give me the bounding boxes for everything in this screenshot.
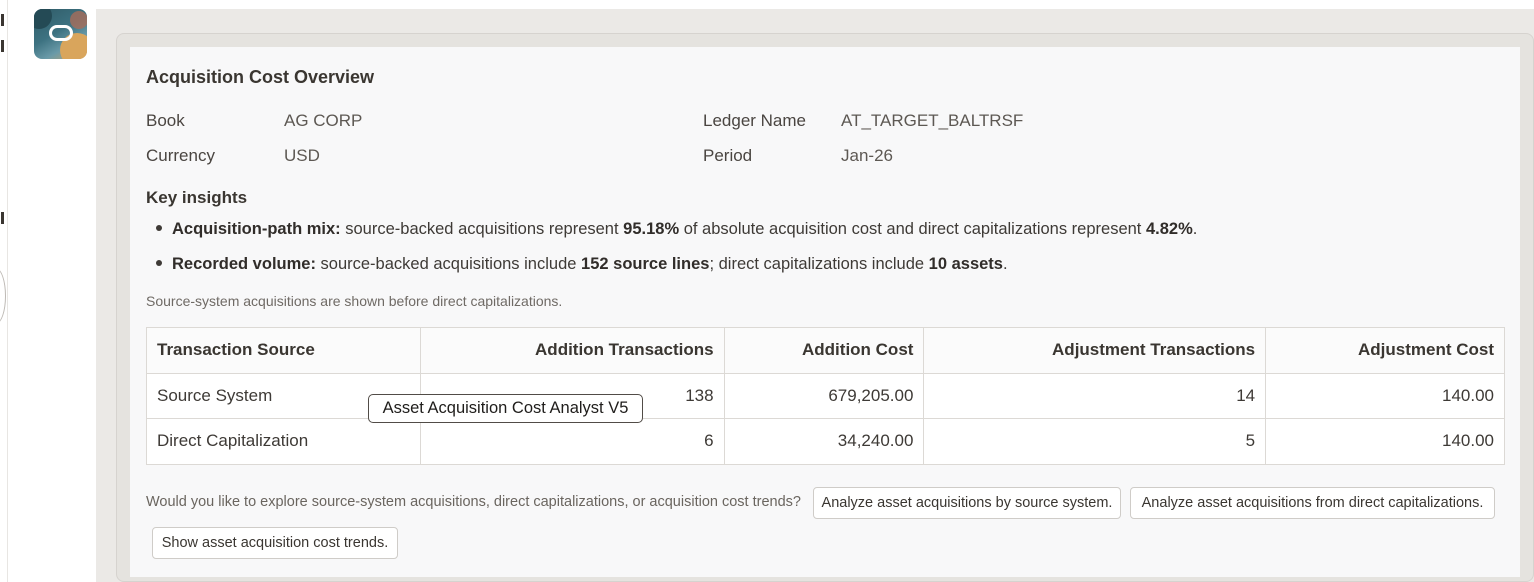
table-cell: 14 [923, 372, 1267, 419]
insight-highlight: 95.18% [623, 220, 680, 238]
table-cell: 679,205.00 [723, 372, 925, 419]
assistant-avatar [34, 9, 87, 59]
currency-value: USD [284, 146, 320, 165]
book-value: AG CORP [284, 111, 363, 130]
column-header: Adjustment Transactions [923, 327, 1267, 374]
table-row: Direct Capitalization 6 34,240.00 5 140.… [146, 418, 1505, 465]
insight-item: Recorded volume: source-backed acquisiti… [156, 255, 1008, 274]
table-cell: 140.00 [1265, 418, 1505, 465]
ledger-label: Ledger Name [703, 111, 807, 130]
insight-highlight: 152 source lines [581, 255, 710, 273]
period-value: Jan-26 [841, 146, 893, 165]
insight-text: source-backed acquisitions represent [340, 220, 624, 238]
chat-window: Acquisition Cost Overview Book AG CORP C… [0, 0, 1534, 582]
book-label: Book [146, 111, 185, 130]
table-cell: Direct Capitalization [146, 418, 421, 465]
left-panel-edge [0, 0, 8, 582]
suggestion-cost-trends-button[interactable]: Show asset acquisition cost trends. [152, 527, 398, 559]
edge-marker [1, 40, 4, 52]
edge-marker [1, 14, 4, 26]
avatar-shape [70, 11, 87, 29]
insight-lead: Acquisition-path mix: [172, 220, 341, 238]
suggestion-source-system-button[interactable]: Analyze asset acquisitions by source sys… [813, 487, 1121, 519]
avatar-shape [34, 9, 52, 29]
insight-text: . [1002, 255, 1008, 273]
acquisition-table: Transaction Source Addition Transactions… [146, 327, 1505, 465]
agent-name-tooltip: Asset Acquisition Cost Analyst V5 [368, 394, 643, 423]
bullet-icon [156, 224, 162, 231]
currency-label: Currency [146, 146, 215, 165]
table-cell: 6 [419, 418, 725, 465]
table-cell: 34,240.00 [723, 418, 925, 465]
insight-text: ; direct capitalizations include [709, 255, 929, 273]
oracle-logo-icon [49, 25, 73, 41]
report-title: Acquisition Cost Overview [146, 67, 375, 87]
column-header: Transaction Source [146, 327, 421, 374]
followup-prompt: Would you like to explore source-system … [146, 494, 801, 510]
insight-highlight: 4.82% [1145, 220, 1193, 238]
edge-marker [1, 212, 4, 224]
table-cell: 140.00 [1265, 372, 1505, 419]
insight-highlight: 10 assets [928, 255, 1003, 273]
table-cell: 5 [923, 418, 1267, 465]
suggestion-direct-capitalizations-button[interactable]: Analyze asset acquisitions from direct c… [1130, 487, 1495, 519]
insight-text: . [1192, 220, 1198, 238]
insight-lead: Recorded volume: [172, 255, 316, 273]
period-label: Period [703, 146, 753, 165]
ledger-value: AT_TARGET_BALTRSF [841, 111, 1024, 130]
edge-scroll-handle[interactable] [0, 268, 6, 324]
table-row: Source System 138 679,205.00 14 140.00 [146, 372, 1505, 419]
insight-text: of absolute acquisition cost and direct … [679, 220, 1146, 238]
insights-heading: Key insights [146, 188, 248, 207]
table-header-row: Transaction Source Addition Transactions… [146, 327, 1505, 374]
insight-text: source-backed acquisitions include [315, 255, 582, 273]
bullet-icon [156, 259, 162, 266]
insight-item: Acquisition-path mix: source-backed acqu… [156, 220, 1197, 239]
column-header: Adjustment Cost [1265, 327, 1505, 374]
column-header: Addition Cost [723, 327, 925, 374]
column-header: Addition Transactions [419, 327, 725, 374]
table-note: Source-system acquisitions are shown bef… [146, 293, 563, 309]
